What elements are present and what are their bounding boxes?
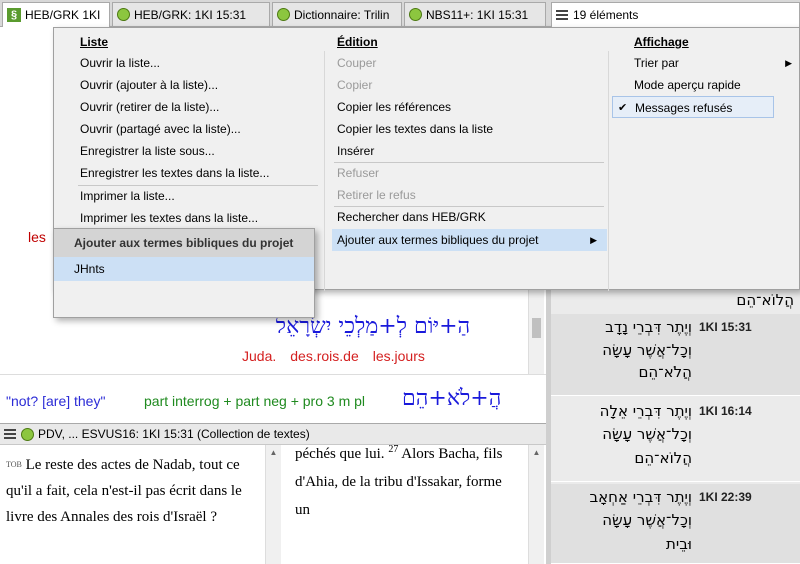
- menu-copy[interactable]: Copier: [337, 74, 372, 96]
- verse-number: 27: [388, 444, 399, 455]
- menu-refuse[interactable]: Refuser: [337, 162, 379, 184]
- menu-open-remove[interactable]: Ouvrir (retirer de la liste)...: [80, 96, 219, 118]
- leaf-icon: [117, 8, 130, 21]
- list-row[interactable]: 1KI 16:14 וְיֶתֶר דִּבְרֵי אֵלָה וְכָל־א…: [551, 398, 800, 482]
- menu-print-texts[interactable]: Imprimer les textes dans la liste...: [80, 207, 258, 229]
- leaf-icon: [21, 427, 34, 441]
- menu-copy-texts[interactable]: Copier les textes dans la liste: [337, 118, 493, 140]
- menu-save-texts[interactable]: Enregistrer les textes dans la liste...: [80, 162, 269, 184]
- submenu-arrow-icon: ▶: [785, 58, 792, 68]
- checkmark-icon: ✔: [618, 102, 628, 114]
- menu-add-biblical-terms[interactable]: Ajouter aux termes bibliques du projet ▶: [332, 229, 607, 251]
- menu-open-shared[interactable]: Ouvrir (partagé avec la liste)...: [80, 118, 241, 140]
- verse-ref: 1KI 22:39: [699, 490, 752, 504]
- menu-refused-messages[interactable]: ✔ Messages refusés: [612, 96, 774, 118]
- submenu-item-jhnts[interactable]: JHnts: [54, 257, 314, 281]
- menu-heading-edition: Édition: [337, 35, 378, 49]
- leaf-icon: [277, 8, 290, 21]
- tob-text: TOB Le reste des actes de Nadab, tout ce…: [6, 457, 242, 525]
- gloss-word[interactable]: Juda.: [242, 348, 276, 364]
- menu-print-list[interactable]: Imprimer la liste...: [80, 185, 175, 207]
- red-text-fragment: les: [28, 229, 46, 245]
- menu-icon[interactable]: [556, 8, 568, 22]
- tab-strip: § HEB/GRK 1KI HEB/GRK: 1KI 15:31 Diction…: [0, 0, 800, 27]
- tab-list-elements[interactable]: 19 éléments: [551, 2, 800, 27]
- menu-icon[interactable]: [4, 427, 16, 441]
- scroll-up-icon[interactable]: ▲: [266, 448, 281, 457]
- gloss-parts: part interrog + part neg + pro 3 m pl: [144, 393, 366, 409]
- leaf-icon: [409, 8, 422, 21]
- heb-grk-icon: §: [7, 8, 21, 22]
- list-row-partial[interactable]: הֲלוֹא־הֵם: [551, 288, 800, 314]
- list-row[interactable]: 1KI 15:31 וְיֶתֶר דִּבְרֵי נָדָב וְכָל־א…: [551, 314, 800, 396]
- left-text-scrollbar[interactable]: ▲: [265, 445, 281, 564]
- biblical-terms-submenu: Ajouter aux termes bibliques du projet J…: [53, 228, 315, 318]
- menu-heading-affichage: Affichage: [634, 35, 689, 49]
- menu-cut[interactable]: Couper: [337, 52, 376, 74]
- gloss-word[interactable]: des.rois.de: [290, 348, 358, 364]
- menu-save-list[interactable]: Enregistrer la liste sous...: [80, 140, 215, 162]
- menu-copy-refs[interactable]: Copier les références: [337, 96, 451, 118]
- menu-heading-liste: Liste: [80, 35, 109, 49]
- text-collection-title: PDV, ... ESVUS16: 1KI 15:31 (Collection …: [38, 427, 310, 441]
- scroll-up-icon[interactable]: ▲: [529, 448, 544, 457]
- verse-ref: 1KI 15:31: [699, 320, 752, 334]
- submenu-header: Ajouter aux termes bibliques du projet: [54, 229, 314, 257]
- tab-heb-grk-main[interactable]: § HEB/GRK 1KI: [2, 2, 110, 27]
- menu-insert[interactable]: Insérer: [337, 140, 374, 162]
- menu-open-add[interactable]: Ouvrir (ajouter à la liste)...: [80, 74, 218, 96]
- gloss-hebrew[interactable]: הֲ+לֹא+הֵם: [402, 385, 501, 411]
- gloss-word[interactable]: les.jours: [373, 348, 425, 364]
- right-text-scrollbar[interactable]: ▲: [528, 445, 544, 564]
- list-row[interactable]: 1KI 22:39 וְיֶתֶר דִּבְרֵי אַחְאָב וְכָל…: [551, 484, 800, 564]
- word-analysis-bar: "not? [are] they" part interrog + part n…: [0, 374, 546, 423]
- gloss-words: Juda. des.rois.de les.jours: [242, 348, 425, 364]
- scrollbar-thumb[interactable]: [532, 318, 541, 338]
- tab-dictionnaire[interactable]: Dictionnaire: Trilin: [272, 2, 402, 26]
- menu-quick-preview[interactable]: Mode aperçu rapide: [634, 74, 741, 96]
- verse-ref: 1KI 16:14: [699, 404, 752, 418]
- menu-search-heb-grk[interactable]: Rechercher dans HEB/GRK: [337, 206, 486, 228]
- version-label: TOB: [6, 460, 22, 469]
- menu-sort-by[interactable]: Trier par ▶: [634, 52, 796, 74]
- nbs-text: péchés que lui. 27 Alors Bacha, fils d'A…: [295, 444, 503, 518]
- menu-open-list[interactable]: Ouvrir la liste...: [80, 52, 160, 74]
- submenu-arrow-icon: ▶: [590, 235, 597, 245]
- tab-heb-grk-verse[interactable]: HEB/GRK: 1KI 15:31: [112, 2, 270, 26]
- gloss-note: "not? [are] they": [6, 393, 106, 409]
- menu-unrefuse[interactable]: Retirer le refus: [337, 184, 416, 206]
- tab-nbs11[interactable]: NBS11+: 1KI 15:31: [404, 2, 546, 26]
